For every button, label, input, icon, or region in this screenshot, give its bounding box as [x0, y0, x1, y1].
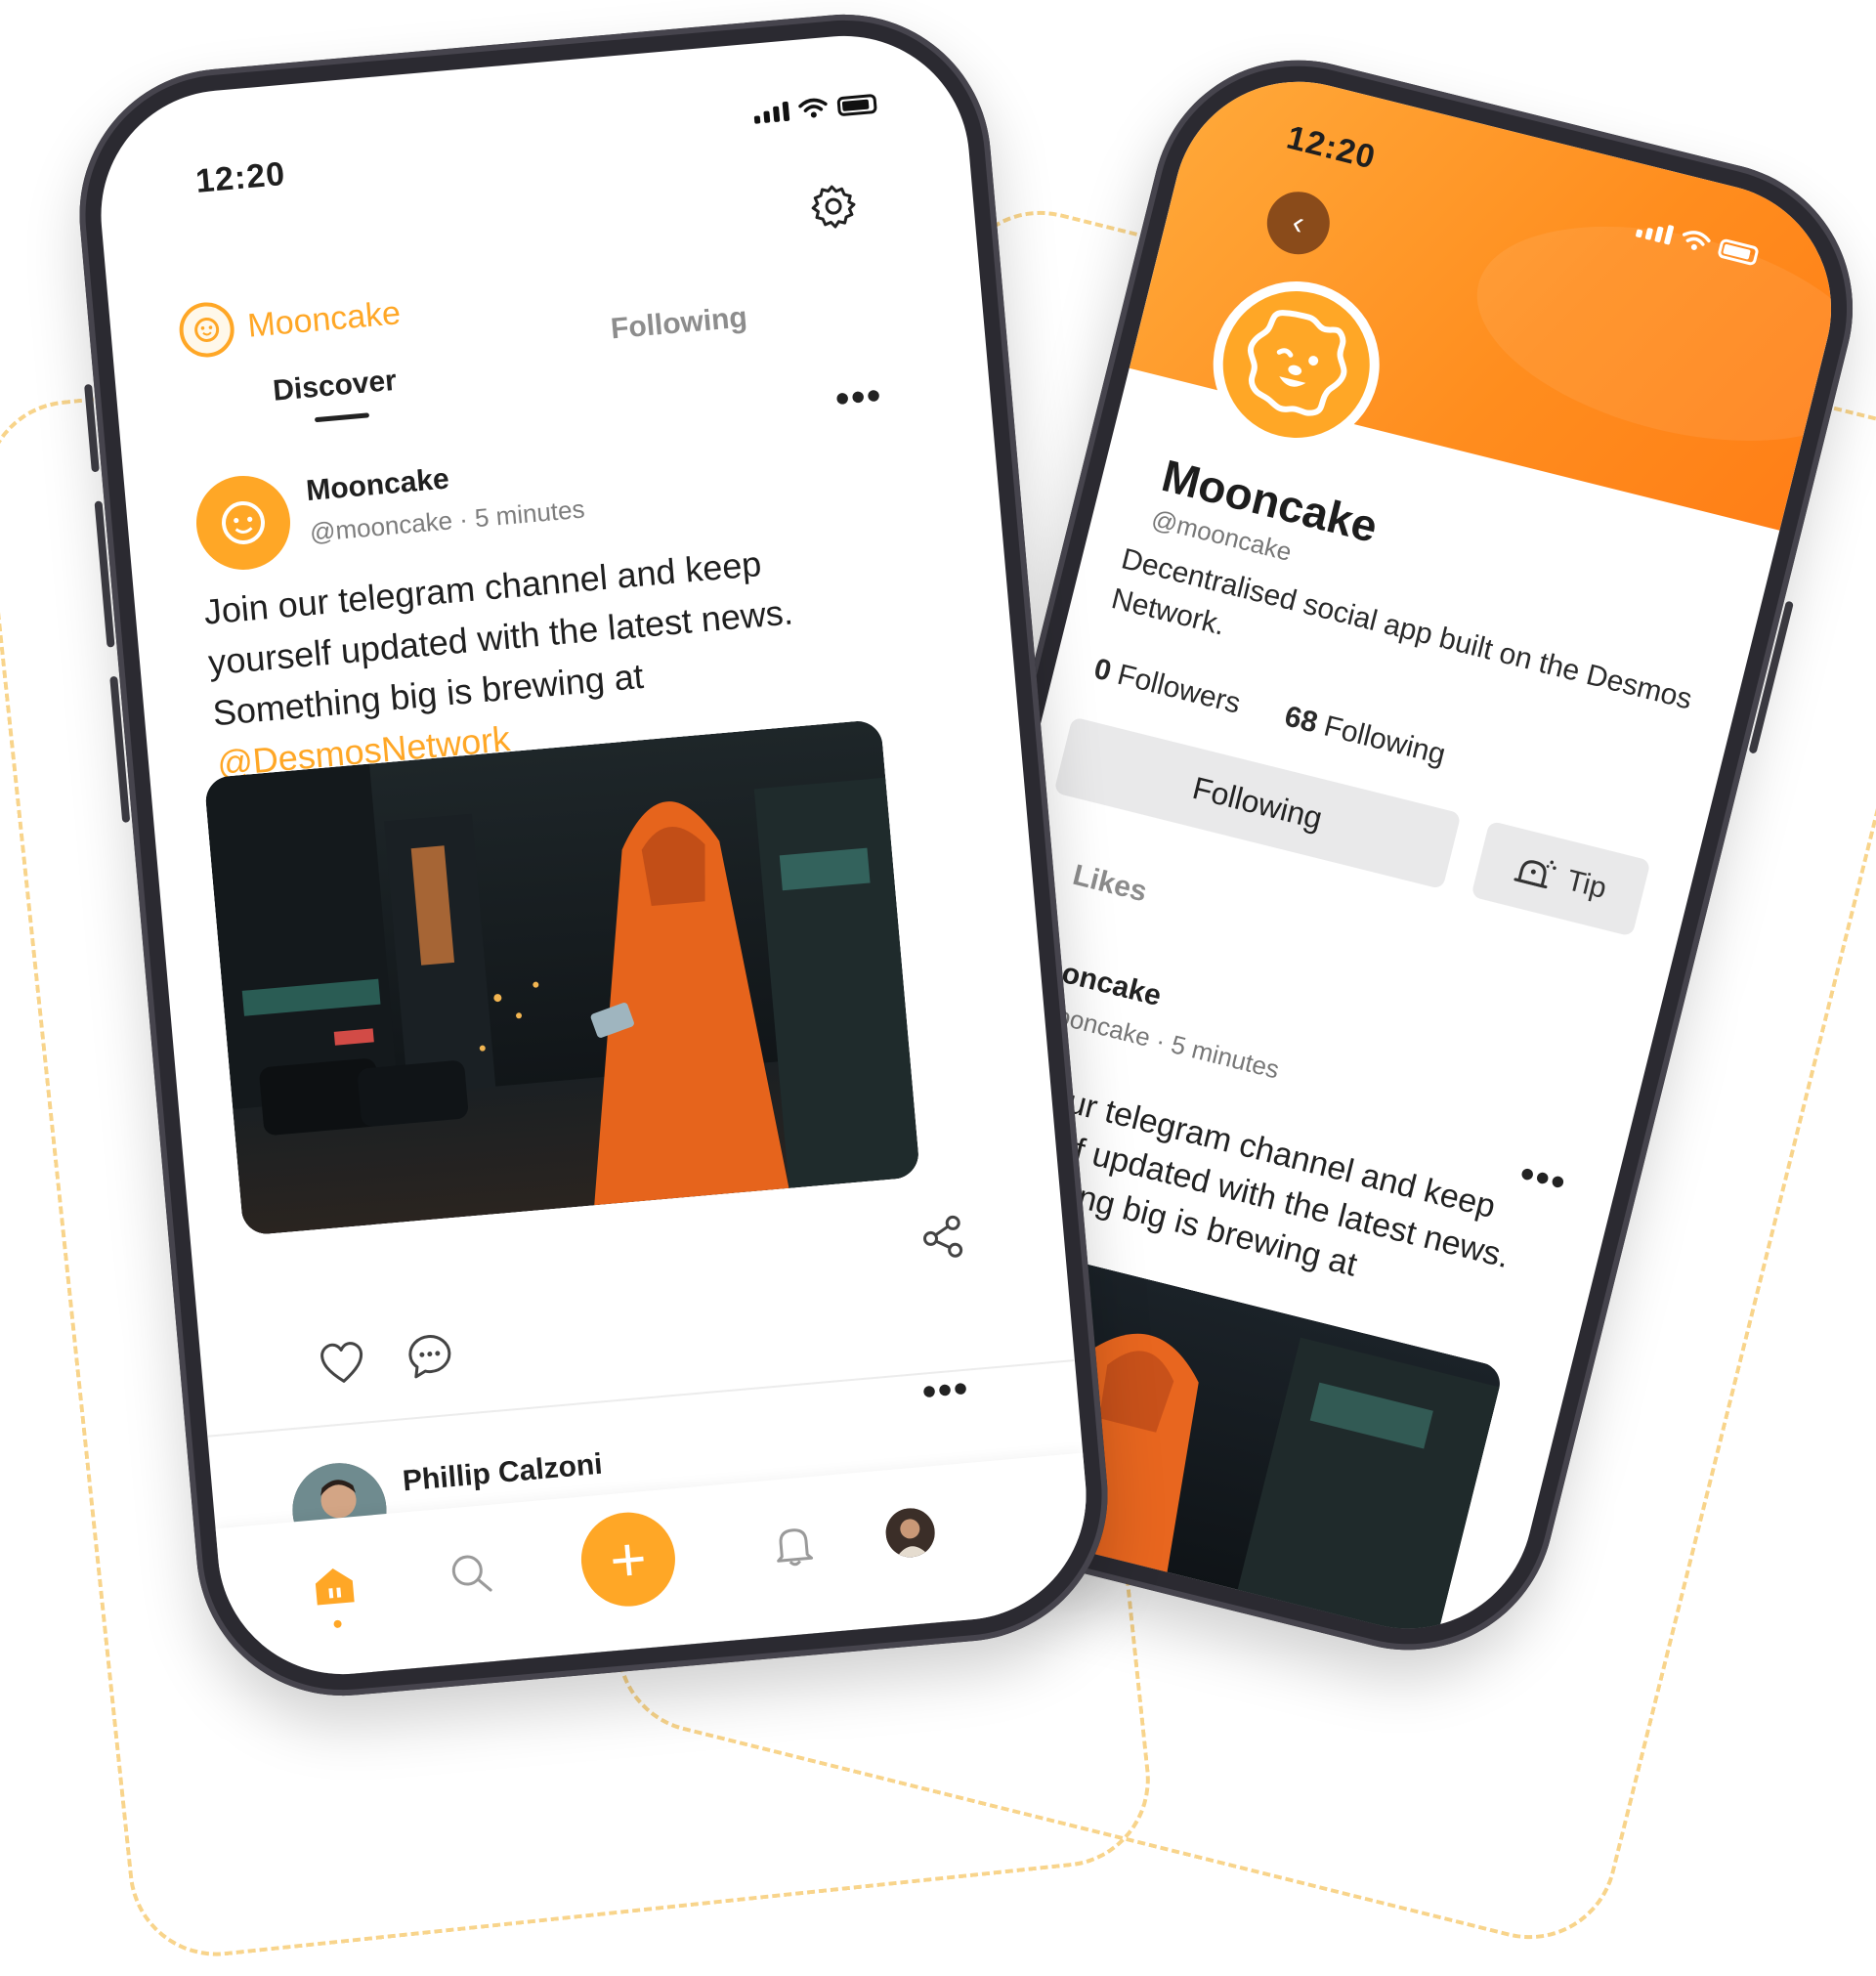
feed-screen: 12:20 Mooncake Discover Following ••• Mo…: [90, 25, 1097, 1685]
tab-following[interactable]: Following: [610, 301, 748, 346]
plus-icon: +: [607, 1523, 650, 1597]
tip-button[interactable]: Tip: [1471, 820, 1651, 937]
followers-count: 0: [1090, 652, 1115, 688]
signal-icon: [753, 101, 790, 124]
search-icon: [451, 1555, 492, 1592]
chevron-left-icon: ‹: [1288, 202, 1309, 242]
following-stat[interactable]: 68Following: [1281, 700, 1448, 772]
tab-discover[interactable]: Discover: [272, 365, 398, 408]
comment-icon[interactable]: [405, 1331, 455, 1382]
following-count: 68: [1281, 700, 1321, 740]
create-post-button[interactable]: +: [576, 1508, 679, 1611]
brand-name: Mooncake: [245, 293, 403, 345]
post-time: 5 minutes: [473, 494, 586, 534]
lion-logo-icon: [221, 500, 265, 544]
post-author-name[interactable]: Phillip Calzoni: [402, 1448, 604, 1499]
tab-likes[interactable]: Likes: [1069, 859, 1150, 910]
wifi-icon: [798, 98, 828, 118]
profile-cover: [1129, 55, 1858, 531]
lion-logo-icon: [1247, 310, 1347, 416]
nav-notifications[interactable]: [764, 1516, 824, 1575]
home-icon: [315, 1568, 355, 1606]
following-label: Following: [1320, 709, 1449, 772]
mooncake-logo-icon: [177, 300, 236, 360]
following-button-label: Following: [1189, 769, 1327, 837]
brand-header: Mooncake: [177, 285, 403, 360]
post-author-name[interactable]: Mooncake: [305, 462, 450, 508]
share-icon[interactable]: [917, 1212, 967, 1263]
status-icons: [752, 92, 877, 124]
active-nav-indicator: [333, 1619, 342, 1629]
meta-separator: ·: [1153, 1025, 1169, 1056]
post-image[interactable]: [203, 718, 920, 1236]
profile-avatar: [883, 1506, 937, 1560]
followers-label: Followers: [1114, 658, 1244, 720]
settings-gear-icon[interactable]: [809, 182, 858, 231]
nav-home[interactable]: [305, 1556, 364, 1615]
more-options-icon[interactable]: •••: [920, 1367, 971, 1415]
bell-icon: [777, 1528, 814, 1567]
status-time: 12:20: [193, 154, 287, 200]
feed-phone: 12:20 Mooncake Discover Following ••• Mo…: [67, 2, 1120, 1708]
post-author-handle: @mooncake: [308, 505, 454, 547]
post-avatar[interactable]: [192, 471, 294, 574]
meta-separator: ·: [457, 503, 470, 535]
nav-profile[interactable]: [880, 1503, 940, 1563]
tip-button-label: Tip: [1563, 864, 1610, 906]
nav-search[interactable]: [441, 1543, 500, 1603]
post-time: 5 minutes: [1168, 1029, 1283, 1085]
battery-icon: [836, 93, 877, 117]
heart-icon[interactable]: [317, 1338, 367, 1389]
more-options-icon[interactable]: •••: [833, 374, 884, 422]
active-tab-indicator: [314, 412, 370, 423]
followers-stat[interactable]: 0Followers: [1090, 652, 1244, 721]
tip-icon: [1514, 860, 1556, 889]
